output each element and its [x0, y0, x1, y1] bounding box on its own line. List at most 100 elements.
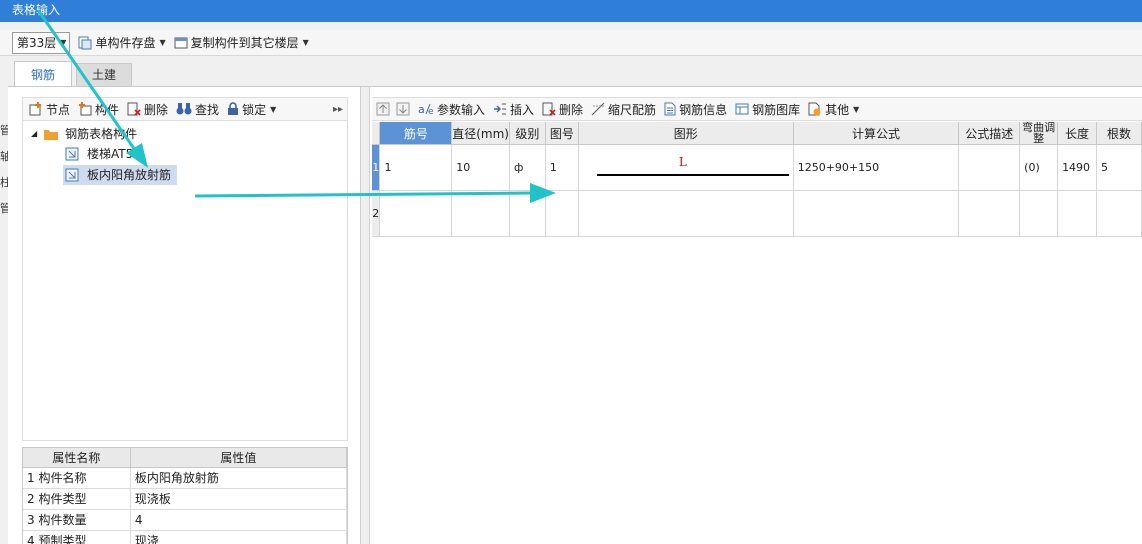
panel-splitter[interactable]: [360, 87, 370, 544]
add-node-label: 节点: [46, 102, 71, 117]
other-menu-button[interactable]: 其他 ▼: [808, 98, 859, 120]
tree-item-label: 板内阳角放射筋: [87, 168, 172, 182]
prop-header-value: 属性值: [130, 448, 347, 468]
floor-select[interactable]: 第33层 ▼: [12, 31, 71, 54]
find-button[interactable]: 查找: [176, 98, 219, 120]
module-tabs: 钢筋 土建: [14, 61, 136, 87]
rebar-grid: 筋号 直径(mm) 级别 图号 图形 计算公式 公式描述 弯曲调整 长度 根数 …: [372, 122, 1142, 544]
copy-to-floor-label: 复制构件到其它楼层: [190, 36, 299, 50]
cell-formula[interactable]: [793, 190, 960, 237]
chevron-down-icon: ▼: [159, 38, 166, 47]
cell-bar-no[interactable]: 1: [379, 144, 453, 191]
cell-grade[interactable]: ф: [509, 144, 546, 191]
add-node-button[interactable]: 节点: [29, 98, 70, 120]
cell-diameter[interactable]: [451, 190, 510, 237]
table-row[interactable]: 1 构件名称 板内阳角放射筋: [23, 467, 347, 489]
collapsed-side-panel[interactable]: 管 轴 柱 管: [0, 118, 8, 448]
prop-value[interactable]: 现浇板: [130, 488, 347, 510]
toolbar-overflow-icon[interactable]: ▸▸: [333, 104, 343, 115]
lock-button[interactable]: 锁定 ▼: [227, 98, 276, 120]
cell-count[interactable]: [1096, 190, 1142, 237]
insert-label: 插入: [510, 102, 535, 117]
table-row[interactable]: 4 预制类型 现浇: [23, 530, 347, 544]
delete-row-label: 删除: [559, 102, 584, 117]
delete-component-button[interactable]: 删除: [127, 98, 168, 120]
component-icon: [65, 147, 79, 161]
rebar-toolbar: ae 参数输入 插入 删除 缩尺配筋 钢筋信息 钢筋图库 其他 ▼: [372, 97, 1142, 121]
row-number[interactable]: 1: [372, 144, 381, 191]
param-input-label: 参数输入: [437, 102, 486, 117]
save-component-icon: [78, 36, 92, 49]
tree-root-label: 钢筋表格构件: [65, 127, 138, 141]
col-header-formula-desc[interactable]: 公式描述: [958, 122, 1021, 145]
lock-label: 锁定: [242, 102, 267, 117]
tree-item-label: 楼梯AT5: [87, 147, 134, 161]
cell-bend-adjust[interactable]: [1019, 190, 1059, 237]
col-header-bar-no[interactable]: 筋号: [379, 122, 453, 145]
prop-value[interactable]: 板内阳角放射筋: [130, 467, 347, 489]
cell-grade[interactable]: [509, 190, 546, 237]
cell-figure-no[interactable]: 1: [545, 144, 579, 191]
table-row[interactable]: 1 1 10 ф 1 L 1250+90+150 (0) 1490 5: [372, 144, 1142, 191]
tab-civil[interactable]: 土建: [76, 63, 133, 87]
move-up-icon[interactable]: [376, 102, 390, 116]
component-tree: ◢ 钢筋表格构件 楼梯AT5 板内阳角放射筋: [22, 121, 348, 441]
col-header-bend-adjust[interactable]: 弯曲调整: [1019, 122, 1059, 145]
cell-bar-no[interactable]: [379, 190, 453, 237]
rebar-info-button[interactable]: 钢筋信息: [664, 98, 727, 120]
save-component-button[interactable]: 单构件存盘 ▼: [78, 32, 166, 54]
cell-diameter[interactable]: 10: [451, 144, 510, 191]
expand-triangle-icon[interactable]: ◢: [31, 124, 37, 144]
tree-item-stair[interactable]: 楼梯AT5: [65, 144, 133, 164]
prop-value[interactable]: 4: [130, 509, 347, 531]
col-header-diameter[interactable]: 直径(mm): [451, 122, 510, 145]
add-node-icon: [29, 102, 41, 116]
tree-item-corner-rebar[interactable]: 板内阳角放射筋: [63, 165, 178, 185]
copy-to-floor-button[interactable]: 复制构件到其它楼层 ▼: [174, 32, 309, 54]
col-header-formula[interactable]: 计算公式: [793, 122, 960, 145]
tree-root[interactable]: ◢ 钢筋表格构件: [31, 124, 137, 144]
chevron-down-icon: ▼: [853, 104, 860, 114]
prop-value[interactable]: 现浇: [130, 530, 347, 544]
cell-count[interactable]: 5: [1096, 144, 1142, 191]
tab-rebar[interactable]: 钢筋: [14, 61, 73, 87]
prop-header-name: 属性名称: [23, 448, 131, 468]
col-header-length[interactable]: 长度: [1057, 122, 1098, 145]
rebar-library-button[interactable]: 钢筋图库: [735, 98, 800, 120]
col-header-count[interactable]: 根数: [1096, 122, 1142, 145]
cell-shape[interactable]: L: [578, 144, 794, 191]
insert-row-button[interactable]: 插入: [493, 98, 534, 120]
cell-bend-adjust[interactable]: (0): [1019, 144, 1059, 191]
table-row[interactable]: 2 构件类型 现浇板: [23, 488, 347, 510]
add-component-button[interactable]: 构件: [78, 98, 119, 120]
workspace: 节点 构件 删除 查找 锁定 ▼ ▸▸ ◢ 钢筋表格构件 楼梯AT5 板内阳角放…: [8, 86, 1142, 544]
ruler-icon: [591, 102, 605, 116]
cell-formula[interactable]: 1250+90+150: [793, 144, 960, 191]
table-row[interactable]: 2: [372, 190, 1142, 237]
param-input-button[interactable]: ae 参数输入: [418, 98, 485, 120]
delete-row-button[interactable]: 删除: [542, 98, 583, 120]
grid-corner: [372, 122, 381, 145]
rebar-shape-line: [596, 174, 789, 176]
component-icon: [65, 168, 79, 182]
move-down-icon[interactable]: [396, 102, 410, 116]
cell-formula-desc[interactable]: [958, 190, 1021, 237]
side-panel-label: 管: [0, 124, 8, 137]
scale-rebar-button[interactable]: 缩尺配筋: [591, 98, 656, 120]
col-header-shape[interactable]: 图形: [578, 122, 794, 145]
add-component-icon: [79, 102, 92, 116]
table-row[interactable]: 3 构件数量 4: [23, 509, 347, 531]
cell-length[interactable]: 1490: [1057, 144, 1098, 191]
cell-figure-no[interactable]: [545, 190, 579, 237]
col-header-figure-no[interactable]: 图号: [545, 122, 579, 145]
side-panel-label: 柱: [0, 176, 8, 189]
lock-icon: [228, 102, 239, 115]
cell-shape[interactable]: [578, 190, 794, 237]
document-icon: [664, 102, 676, 116]
delete-icon: [542, 102, 556, 116]
row-number[interactable]: 2: [372, 190, 381, 237]
cell-length[interactable]: [1057, 190, 1098, 237]
binoculars-icon: [176, 103, 192, 115]
col-header-grade[interactable]: 级别: [509, 122, 546, 145]
cell-formula-desc[interactable]: [958, 144, 1021, 191]
